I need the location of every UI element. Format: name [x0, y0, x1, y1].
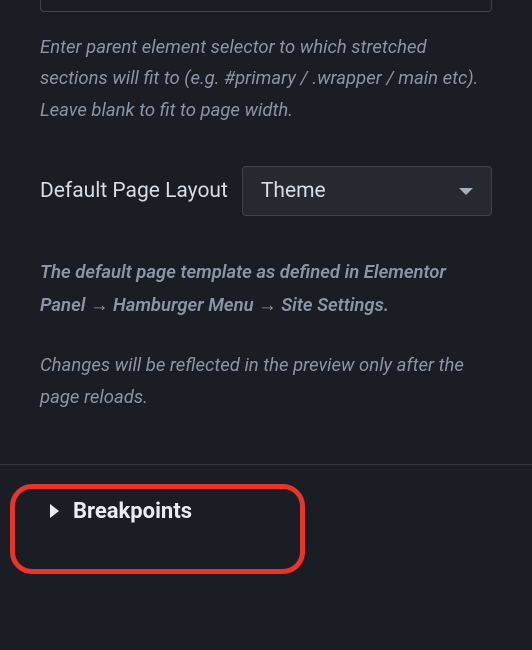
selector-description: Enter parent element selector to which s…: [40, 32, 492, 126]
default-page-layout-select[interactable]: Theme: [242, 166, 492, 216]
breakpoints-accordion-header[interactable]: Breakpoints: [40, 487, 492, 536]
select-value: Theme: [261, 179, 326, 203]
breakpoints-title: Breakpoints: [73, 499, 192, 524]
default-page-layout-label: Default Page Layout: [40, 179, 228, 203]
triangle-right-icon: [50, 504, 59, 518]
layout-description-note: Changes will be reflected in the preview…: [40, 349, 492, 414]
stretched-selector-input-bottom[interactable]: [40, 0, 492, 12]
default-page-layout-control: Default Page Layout Theme: [40, 166, 492, 216]
layout-description-bold: The default page template as defined in …: [40, 256, 492, 321]
chevron-down-icon: [459, 188, 473, 195]
